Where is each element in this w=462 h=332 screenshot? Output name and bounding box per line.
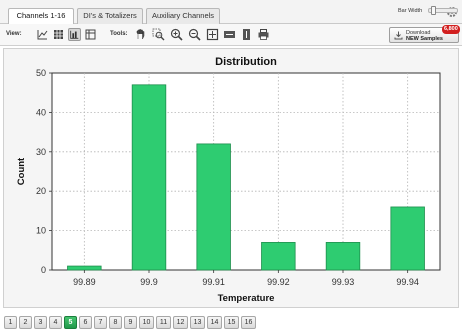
chart-panel: 0 10 20 30 40 50 99.89 99.9 99.91 99.92 99.93 99.94… [3, 48, 459, 308]
x-tick-label: 99.93 [332, 277, 355, 287]
page-button-14[interactable]: 14 [207, 316, 222, 329]
x-tick-label: 99.89 [73, 277, 96, 287]
page-button-9[interactable]: 9 [124, 316, 137, 329]
chart-title: Distribution [215, 56, 277, 68]
page-button-8[interactable]: 8 [109, 316, 122, 329]
y-tick-label: 30 [36, 147, 46, 157]
x-axis-label: Temperature [218, 293, 275, 304]
x-tick-label: 99.92 [267, 277, 290, 287]
zoom-in-icon[interactable] [170, 28, 183, 41]
page-button-15[interactable]: 15 [224, 316, 239, 329]
bar-width-slider[interactable] [428, 6, 458, 15]
bar [390, 206, 425, 271]
bar-width-slider-handle[interactable] [431, 6, 436, 15]
y-tick-label: 0 [41, 265, 46, 275]
zoom-region-icon[interactable] [152, 28, 165, 41]
print-icon[interactable] [257, 28, 270, 41]
bar [261, 242, 296, 271]
bar [325, 242, 361, 271]
tab-dis-totalizers[interactable]: DI's & Totalizers [77, 8, 143, 24]
y-tick-label: 10 [36, 226, 46, 236]
page-button-12[interactable]: 12 [173, 316, 188, 329]
page-button-6[interactable]: 6 [79, 316, 92, 329]
grid-icon[interactable] [52, 28, 65, 41]
y-tick-label: 20 [36, 186, 46, 196]
page-button-3[interactable]: 3 [34, 316, 47, 329]
bar [131, 84, 167, 271]
download-icon [394, 31, 403, 40]
page-button-1[interactable]: 1 [4, 316, 17, 329]
zoom-out-icon[interactable] [188, 28, 201, 41]
page-button-2[interactable]: 2 [19, 316, 32, 329]
page-button-11[interactable]: 11 [156, 316, 171, 329]
y-axis-label: Count [16, 157, 27, 185]
fit-horizontal-icon[interactable] [223, 28, 236, 41]
new-samples-label: NEW Samples [406, 36, 443, 42]
plot-area [51, 72, 441, 271]
x-tick-label: 99.9 [140, 277, 158, 287]
y-tick-label: 40 [36, 107, 46, 117]
bar [67, 265, 102, 271]
view-label: View: [6, 31, 22, 37]
tab-bar: Channels 1-16 DI's & Totalizers Auxiliar… [0, 0, 462, 25]
tab-channels[interactable]: Channels 1-16 [8, 8, 74, 25]
page-button-10[interactable]: 10 [139, 316, 154, 329]
y-tick-label: 50 [36, 68, 46, 78]
fit-vertical-icon[interactable] [240, 28, 253, 41]
toolbar: View: Tools: Download NEW Samples [0, 24, 462, 46]
bar-chart-icon[interactable] [68, 28, 81, 41]
page-button-16[interactable]: 16 [241, 316, 256, 329]
page-button-7[interactable]: 7 [94, 316, 107, 329]
page-button-13[interactable]: 13 [190, 316, 205, 329]
x-tick-label: 99.94 [396, 277, 419, 287]
line-chart-icon[interactable] [36, 28, 49, 41]
x-tick-label: 99.91 [202, 277, 225, 287]
page-button-4[interactable]: 4 [49, 316, 62, 329]
bar [196, 143, 231, 271]
page-button-5[interactable]: 5 [64, 316, 77, 329]
bar-width-label: Bar Width [398, 8, 423, 14]
table-icon[interactable] [84, 28, 97, 41]
app-window: Channels 1-16 DI's & Totalizers Auxiliar… [0, 0, 462, 332]
channel-pagination: 1 2 3 4 5 6 7 8 9 10 11 12 13 14 15 16 [0, 312, 462, 332]
tools-label: Tools: [110, 31, 128, 37]
tab-auxiliary-channels[interactable]: Auxiliary Channels [146, 8, 220, 24]
samples-count-badge: 6,800 [442, 25, 460, 34]
fit-icon[interactable] [206, 28, 219, 41]
distribution-chart: 0 10 20 30 40 50 99.89 99.9 99.91 99.92 99.93 99.94… [16, 56, 441, 304]
pan-hand-icon[interactable] [134, 28, 147, 41]
